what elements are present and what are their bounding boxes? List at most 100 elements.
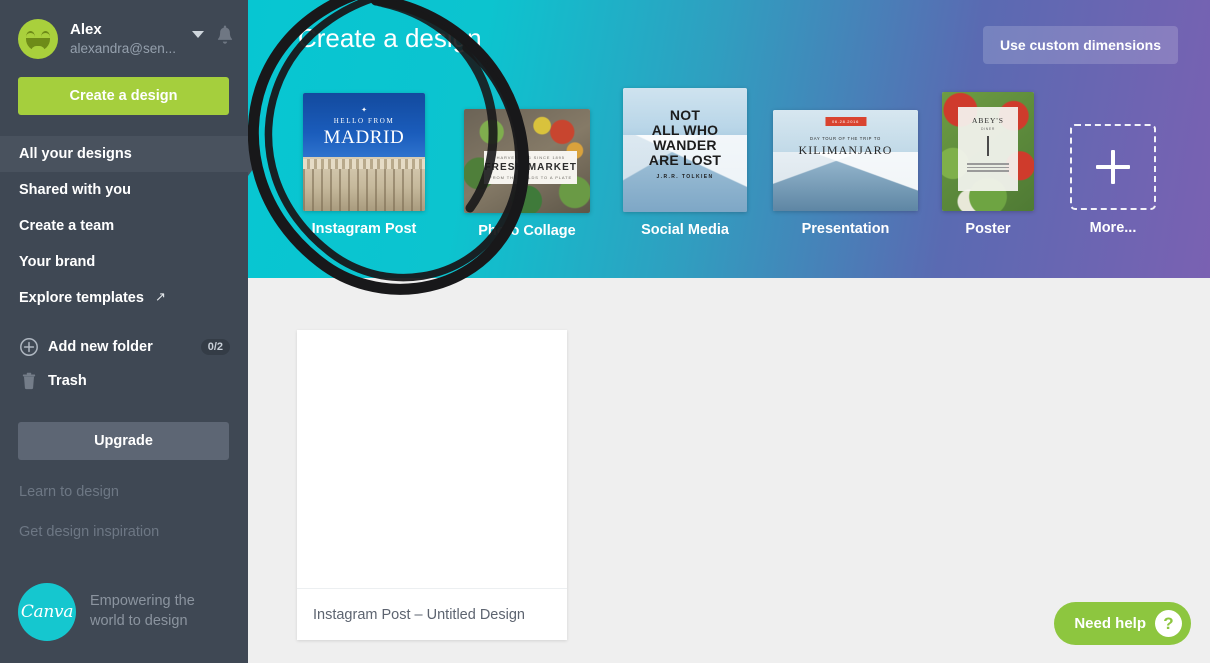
get-design-inspiration-link[interactable]: Get design inspiration [0, 524, 248, 540]
avatar-eye-right [41, 31, 50, 37]
smiley-face-avatar[interactable] [18, 19, 58, 59]
account-email: alexandra@sen... [70, 41, 177, 57]
sidebar: Alex alexandra@sen... Create a design Al… [0, 0, 248, 663]
sidebar-item-create-a-team[interactable]: Create a team [0, 208, 248, 244]
external-link-icon: ↗ [154, 289, 166, 304]
template-social-media[interactable]: NOT ALL WHO WANDER ARE LOST J.R.R. TOLKI… [623, 88, 747, 238]
abeys-card: ABEY'S DINER [957, 107, 1019, 191]
kilimanjaro-artwork: 06.28.2016 DAY TOUR OF THE TRIP TO KILIM… [773, 110, 918, 211]
kilimanjaro-title: KILIMANJARO [798, 143, 893, 158]
wander-line-3: WANDER [653, 137, 717, 154]
canva-brand-block: Canva Empowering the world to design [18, 583, 195, 641]
sidebar-item-explore-templates[interactable]: Explore templates ↗ [0, 280, 248, 316]
template-label: Photo Collage [478, 223, 576, 239]
abeys-line [966, 166, 1010, 169]
madrid-artwork: ✦ HELLO FROM MADRID [303, 93, 425, 211]
template-photo-collage[interactable]: HARVESTING SINCE 1895 FRESH MARKET FROM … [464, 109, 590, 239]
design-thumbnail[interactable] [297, 330, 567, 588]
account-name: Alex [70, 21, 102, 39]
abeys-line [966, 170, 1010, 172]
template-label: Presentation [801, 221, 890, 237]
plus-icon [1096, 150, 1130, 184]
template-presentation[interactable]: 06.28.2016 DAY TOUR OF THE TRIP TO KILIM… [773, 110, 918, 237]
abeys-title: ABEY'S [972, 115, 1004, 125]
wander-line-2: ALL WHO [651, 121, 719, 138]
madrid-columns [303, 168, 425, 211]
create-a-design-banner: Create a design Use custom dimensions ✦ … [248, 0, 1210, 278]
sidebar-item-label: All your designs [19, 146, 132, 162]
canva-logo-text: Canva [20, 602, 74, 622]
sidebar-item-all-your-designs[interactable]: All your designs [0, 136, 248, 172]
sidebar-item-shared-with-you[interactable]: Shared with you [0, 172, 248, 208]
bell-icon[interactable] [216, 25, 234, 47]
active-nav-pointer [248, 140, 261, 176]
template-list: ✦ HELLO FROM MADRID Instagram Post HARVE… [248, 0, 1210, 278]
upgrade-button[interactable]: Upgrade [18, 422, 229, 460]
wander-line-1: NOT [669, 106, 701, 123]
create-a-design-button[interactable]: Create a design [18, 77, 229, 115]
avatar-tongue [31, 46, 45, 54]
sidebar-nav: All your designs Shared with you Create … [0, 136, 248, 316]
designs-area: Instagram Post – Untitled Design Need he… [248, 278, 1210, 663]
sidebar-folders: Add new folder 0/2 Trash [0, 330, 248, 398]
need-help-button[interactable]: Need help ? [1054, 602, 1191, 645]
fresh-market-top-text: HARVESTING SINCE 1895 [496, 154, 565, 160]
need-help-label: Need help [1074, 615, 1146, 632]
fresh-market-title-text: FRESH MARKET [484, 161, 578, 173]
madrid-hello-text: HELLO FROM [333, 117, 395, 126]
wander-attribution: J.R.R. TOLKIEN [656, 174, 714, 181]
abeys-artwork: ABEY'S DINER [942, 92, 1034, 211]
avatar-eye-left [26, 31, 35, 37]
canva-tagline: Empowering the world to design [90, 592, 195, 631]
fresh-market-bottom-text: FROM THE FIELDS TO A PLATE [489, 174, 573, 180]
madrid-star-dot: ✦ [361, 107, 367, 115]
canva-tagline-line2: world to design [90, 613, 188, 629]
wander-artwork: NOT ALL WHO WANDER ARE LOST J.R.R. TOLKI… [623, 88, 747, 212]
template-label: Poster [965, 221, 1011, 237]
template-thumbnail-abeys: ABEY'S DINER [942, 92, 1034, 211]
madrid-title-text: MADRID [323, 127, 405, 149]
kilimanjaro-text: DAY TOUR OF THE TRIP TO KILIMANJARO [773, 136, 918, 158]
canva-tagline-line1: Empowering the [90, 593, 195, 610]
template-label: More... [1089, 220, 1137, 236]
template-label: Instagram Post [311, 221, 417, 237]
sidebar-item-add-new-folder[interactable]: Add new folder 0/2 [0, 330, 248, 364]
design-card-title: Instagram Post – Untitled Design [313, 606, 525, 623]
template-label: Social Media [641, 222, 729, 238]
kilimanjaro-subtitle: DAY TOUR OF THE TRIP TO [809, 136, 882, 142]
sidebar-item-label: Create a team [19, 218, 115, 234]
account-text: Alex alexandra@sen... [70, 21, 188, 57]
account-row[interactable]: Alex alexandra@sen... [0, 0, 248, 62]
fresh-market-artwork: HARVESTING SINCE 1895 FRESH MARKET FROM … [464, 109, 590, 213]
wander-text: NOT ALL WHO WANDER ARE LOST J.R.R. TOLKI… [623, 106, 747, 181]
template-poster[interactable]: ABEY'S DINER Poster [942, 92, 1034, 237]
template-thumbnail-kilimanjaro: 06.28.2016 DAY TOUR OF THE TRIP TO KILIM… [773, 110, 918, 211]
design-card-title-bar: Instagram Post – Untitled Design [297, 588, 567, 640]
trash-icon [22, 372, 36, 390]
wander-line-4: ARE LOST [648, 152, 722, 169]
sidebar-item-label: Trash [48, 373, 87, 389]
abeys-text-lines [966, 161, 1010, 174]
sidebar-item-label: Your brand [19, 254, 96, 270]
madrid-text: ✦ HELLO FROM MADRID [303, 107, 425, 149]
sidebar-item-label: Explore templates [19, 290, 144, 306]
template-instagram-post[interactable]: ✦ HELLO FROM MADRID Instagram Post [303, 93, 425, 237]
template-more[interactable]: More... [1070, 124, 1156, 236]
more-dashed-tile[interactable] [1070, 124, 1156, 210]
learn-to-design-link[interactable]: Learn to design [0, 484, 248, 500]
folder-count-badge: 0/2 [200, 339, 230, 355]
abeys-line [966, 163, 1010, 165]
kilimanjaro-date-badge: 06.28.2016 [824, 117, 867, 127]
sidebar-item-trash[interactable]: Trash [0, 364, 248, 398]
plus-circle-icon [20, 338, 38, 356]
kilimanjaro-mountain [773, 152, 918, 211]
template-thumbnail-madrid: ✦ HELLO FROM MADRID [303, 93, 425, 211]
fresh-market-card: HARVESTING SINCE 1895 FRESH MARKET FROM … [484, 150, 578, 184]
sidebar-item-your-brand[interactable]: Your brand [0, 244, 248, 280]
canva-homescreen: Alex alexandra@sen... Create a design Al… [0, 0, 1210, 663]
canva-logo-icon: Canva [18, 583, 76, 641]
sidebar-item-label: Shared with you [19, 182, 131, 198]
abeys-divider-bar [987, 136, 989, 156]
chevron-down-icon[interactable] [192, 30, 204, 38]
design-card[interactable]: Instagram Post – Untitled Design [297, 330, 567, 640]
